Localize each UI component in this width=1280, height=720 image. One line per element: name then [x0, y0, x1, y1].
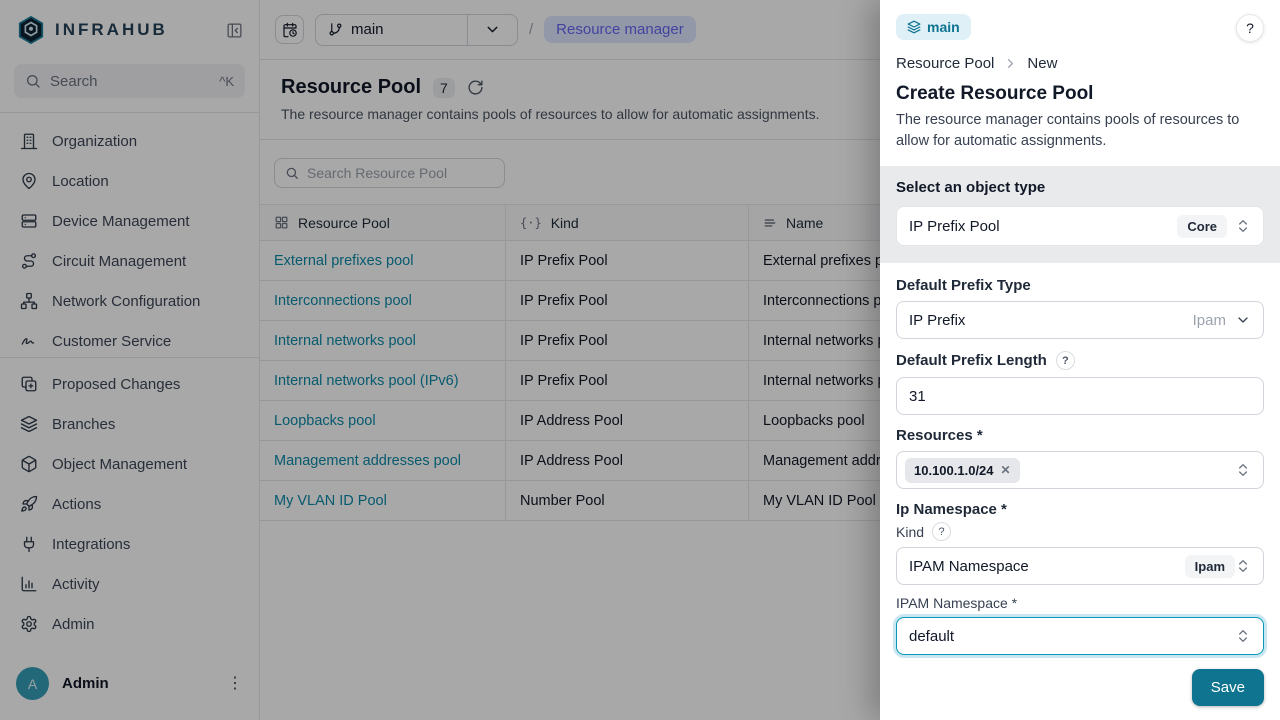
default-prefix-type-value: IP Prefix [909, 312, 1193, 329]
object-type-value: IP Prefix Pool [909, 218, 1169, 235]
default-prefix-type-select[interactable]: IP Prefix Ipam [896, 301, 1264, 339]
default-prefix-length-value: 31 [909, 388, 1251, 405]
drawer-breadcrumb: Resource Pool New [896, 55, 1264, 72]
question-mark-icon[interactable]: ? [1056, 351, 1075, 370]
namespace-badge: Core [1177, 215, 1227, 238]
chevron-right-icon [1003, 56, 1018, 71]
layers-icon [907, 20, 921, 34]
branch-badge[interactable]: main [896, 14, 971, 40]
object-type-select[interactable]: IP Prefix Pool Core [896, 206, 1264, 246]
chevrons-up-down-icon [1235, 558, 1251, 574]
kind-label: Kind [896, 524, 924, 540]
kind-select[interactable]: IPAM Namespace Ipam [896, 547, 1264, 585]
namespace-badge: Ipam [1185, 555, 1235, 578]
ipam-namespace-value: default [909, 628, 1235, 645]
ipam-namespace-label: IPAM Namespace * [896, 595, 1264, 611]
object-type-label: Select an object type [896, 179, 1264, 196]
ip-namespace-group-label: Ip Namespace * [896, 501, 1264, 518]
chevron-down-icon [1235, 312, 1251, 328]
drawer-description: The resource manager contains pools of r… [896, 110, 1264, 152]
drawer-header: main ? Resource Pool New Create Resource… [880, 0, 1280, 166]
default-prefix-length-input[interactable]: 31 [896, 377, 1264, 415]
breadcrumb-new: New [1027, 55, 1057, 72]
chevrons-up-down-icon [1235, 462, 1251, 478]
question-mark-icon[interactable]: ? [932, 522, 951, 541]
default-prefix-length-label-row: Default Prefix Length ? [896, 351, 1264, 370]
help-button[interactable]: ? [1236, 14, 1264, 42]
ipam-namespace-select[interactable]: default [896, 617, 1264, 655]
resource-chip-label: 10.100.1.0/24 [914, 463, 994, 478]
chevrons-up-down-icon [1235, 218, 1251, 234]
chevrons-up-down-icon [1235, 628, 1251, 644]
default-prefix-type-hint: Ipam [1193, 312, 1226, 329]
kind-label-row: Kind ? [896, 522, 1264, 541]
drawer-title: Create Resource Pool [896, 83, 1264, 105]
drawer-form: Default Prefix Type IP Prefix Ipam Defau… [880, 263, 1280, 655]
resources-label: Resources * [896, 427, 1264, 444]
branch-badge-label: main [927, 19, 960, 35]
default-prefix-type-label: Default Prefix Type [896, 277, 1264, 294]
drawer-footer: Save [880, 655, 1280, 720]
breadcrumb-resource-pool[interactable]: Resource Pool [896, 55, 994, 72]
object-type-section: Select an object type IP Prefix Pool Cor… [880, 166, 1280, 263]
kind-value: IPAM Namespace [909, 558, 1185, 575]
remove-chip-icon[interactable]: ✕ [1001, 463, 1011, 477]
resource-chip: 10.100.1.0/24 ✕ [905, 458, 1020, 483]
default-prefix-length-label: Default Prefix Length [896, 352, 1047, 369]
save-button[interactable]: Save [1192, 669, 1264, 706]
create-resource-pool-drawer: main ? Resource Pool New Create Resource… [880, 0, 1280, 720]
resources-multiselect[interactable]: 10.100.1.0/24 ✕ [896, 451, 1264, 489]
